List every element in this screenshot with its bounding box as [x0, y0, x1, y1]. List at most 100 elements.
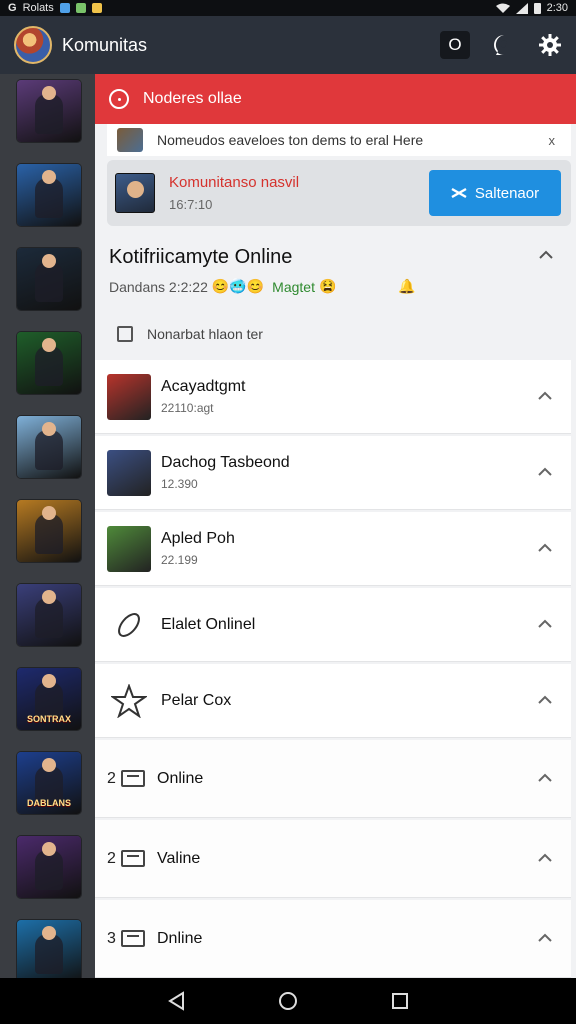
- section-sub-prefix: Dandans 2:2:22: [109, 278, 208, 295]
- status-bar: G Rolats 2:30: [0, 0, 576, 16]
- game-thumb-4[interactable]: [17, 332, 81, 394]
- featured-title: Komunitanso nasvil: [169, 174, 300, 191]
- list-item-title: Pelar Cox: [161, 691, 232, 709]
- thumb-character-body: [35, 94, 63, 134]
- app-bar-actions: O: [440, 31, 562, 59]
- chevron-up-icon[interactable]: [537, 467, 553, 477]
- gear-icon[interactable]: [538, 33, 562, 57]
- thumb-character-body: [35, 598, 63, 638]
- chevron-up-icon[interactable]: [537, 695, 553, 705]
- chevron-up-icon[interactable]: [537, 853, 553, 863]
- thumb-character-body: [35, 262, 63, 302]
- game-thumb-10[interactable]: [17, 836, 81, 898]
- featured-text: Komunitanso nasvil 16:7:10: [169, 174, 299, 212]
- featured-card[interactable]: Komunitanso nasvil 16:7:10 Saltenaor: [107, 160, 571, 226]
- list-item-number: 2: [107, 849, 116, 867]
- notice-text: Nomeudos eaveloes ton dems to eral Here: [157, 132, 424, 148]
- featured-avatar: [115, 173, 155, 213]
- chat-bubble-icon[interactable]: [492, 33, 516, 57]
- bell-icon[interactable]: 🔔: [398, 278, 415, 295]
- alert-banner[interactable]: Noderes ollae: [95, 74, 576, 124]
- recents-icon[interactable]: [391, 992, 409, 1010]
- chevron-up-icon[interactable]: [537, 933, 553, 943]
- thumb-character-body: [35, 178, 63, 218]
- thumb-character-body: [35, 430, 63, 470]
- chevron-up-icon[interactable]: [538, 250, 554, 260]
- section-sub-emoji2: 😫: [318, 278, 337, 294]
- game-thumb-5[interactable]: [17, 416, 81, 478]
- chevron-up-icon[interactable]: [537, 543, 553, 553]
- chevron-up-icon[interactable]: [537, 773, 553, 783]
- game-thumb-11[interactable]: [17, 920, 81, 982]
- signal-icon: [515, 2, 528, 14]
- list-item-title: Elalet Onlinel: [161, 615, 256, 633]
- section-row-text: Nonarbat hlaon ter: [147, 326, 263, 342]
- home-icon[interactable]: [278, 991, 298, 1011]
- featured-action-label: Saltenaor: [474, 184, 540, 202]
- leaf-icon: [107, 602, 151, 648]
- list-item[interactable]: Acayadtgmt 22110:agt: [95, 360, 571, 434]
- thumb-character-head: [42, 674, 56, 688]
- list-item-number: 2: [107, 769, 116, 787]
- thumb-character-head: [42, 422, 56, 436]
- thumb-character-head: [42, 170, 56, 184]
- list-item[interactable]: Dachog Tasbeond 12.390: [95, 436, 571, 510]
- chevron-up-icon[interactable]: [537, 619, 553, 629]
- game-thumb-8[interactable]: SONTRAX: [17, 668, 81, 730]
- list-item[interactable]: Pelar Cox: [95, 664, 571, 738]
- game-thumb-9[interactable]: DABLANS: [17, 752, 81, 814]
- o-button[interactable]: O: [440, 31, 470, 59]
- notice-thumb: [117, 128, 143, 152]
- alert-text: Noderes ollae: [143, 90, 242, 107]
- folder-icon: [121, 850, 145, 867]
- list-item-title: Apled Poh: [161, 530, 235, 547]
- section-row[interactable]: Nonarbat hlaon ter: [117, 326, 263, 342]
- list-item[interactable]: Apled Poh 22.199: [95, 512, 571, 586]
- game-thumb-1[interactable]: [17, 80, 81, 142]
- close-icon[interactable]: x: [549, 133, 556, 148]
- list-item-text: Dachog Tasbeond 12.390: [161, 454, 290, 491]
- controller-icon: [451, 187, 467, 199]
- thumb-tag: DABLANS: [27, 798, 71, 808]
- featured-action-button[interactable]: Saltenaor: [429, 170, 561, 216]
- thumb-character-head: [42, 338, 56, 352]
- page-title: Komunitas: [62, 34, 148, 55]
- list-item[interactable]: 2 Valine: [95, 820, 571, 898]
- list-item[interactable]: 2 Online: [95, 740, 571, 818]
- notice-bar[interactable]: Nomeudos eaveloes ton dems to eral Here …: [107, 124, 571, 156]
- game-icon: [107, 373, 151, 420]
- game-thumb-2[interactable]: [17, 164, 81, 226]
- alert-icon: [109, 89, 129, 109]
- back-icon[interactable]: [167, 991, 185, 1011]
- photo-square-icon: [59, 3, 70, 13]
- list-item-title: Dnline: [157, 929, 203, 947]
- list-item-text: Apled Poh 22.199: [161, 530, 235, 567]
- game-thumb-3[interactable]: [17, 248, 81, 310]
- main-panel: Noderes ollae Nomeudos eaveloes ton dems…: [95, 74, 576, 978]
- section-heading: Kotifriicamyte Online: [109, 246, 293, 268]
- extra-square-icon: [91, 3, 102, 13]
- list-item-text: Acayadtgmt 22110:agt: [161, 378, 245, 415]
- avatar[interactable]: [14, 26, 52, 64]
- lock-icon: [117, 326, 133, 342]
- folder-icon: [121, 770, 145, 787]
- game-thumb-7[interactable]: [17, 584, 81, 646]
- status-app-label: Rolats: [22, 2, 54, 14]
- chevron-up-icon[interactable]: [537, 391, 553, 401]
- thumb-character-body: [35, 850, 63, 890]
- thumb-character-head: [42, 254, 56, 268]
- online-section: Kotifriicamyte Online Dandans 2:2:22 😊🥶😊…: [95, 234, 576, 360]
- list-item-title: Acayadtgmt: [161, 378, 246, 395]
- mail-square-icon: [75, 3, 86, 13]
- thumb-character-head: [42, 506, 56, 520]
- battery-icon: [533, 3, 541, 14]
- list-item[interactable]: Elalet Onlinel: [95, 588, 571, 662]
- list-item[interactable]: 3 Dnline: [95, 900, 571, 978]
- section-sub-green: Magtet: [272, 278, 315, 295]
- thumb-character-body: [35, 934, 63, 974]
- game-thumb-6[interactable]: [17, 500, 81, 562]
- list-item-title: Online: [157, 769, 204, 787]
- list-item-number: 3: [107, 929, 116, 947]
- notification-square-icon: G: [8, 2, 17, 14]
- wifi-icon: [495, 3, 510, 13]
